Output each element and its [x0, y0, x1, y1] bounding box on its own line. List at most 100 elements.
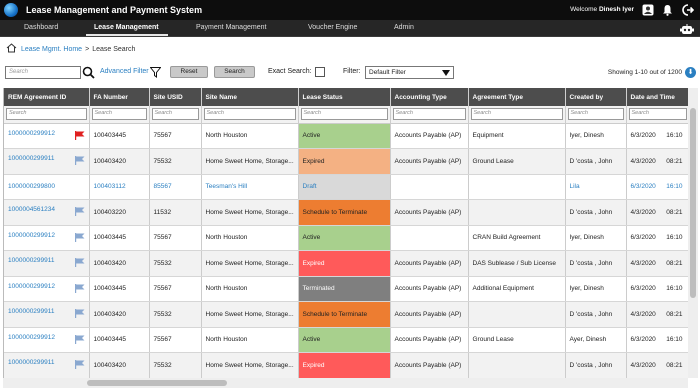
filter-funnel-icon[interactable]	[149, 67, 162, 80]
filter-site-usid[interactable]: Search	[151, 108, 199, 121]
table-row[interactable]: 1000004561234 100403220 11532 Home Sweet Ho…	[4, 199, 688, 226]
nav-admin[interactable]: Admin	[394, 24, 414, 31]
chatbot-icon[interactable]	[680, 24, 694, 37]
time-value: 16:10	[666, 183, 683, 191]
flag-icon[interactable]	[74, 207, 85, 218]
agreement-id-link[interactable]: 1000000299912	[8, 130, 55, 137]
col-accounting-type[interactable]: Accounting Type	[390, 88, 469, 106]
flag-icon[interactable]	[74, 156, 85, 167]
header-row: REM Agreement ID FA Number Site USID Sit…	[4, 88, 688, 106]
col-date-time[interactable]: Date and Time	[626, 88, 688, 106]
agreement-id-link[interactable]: 1000000299912	[8, 232, 55, 239]
breadcrumb-separator: >	[85, 45, 90, 53]
home-icon[interactable]	[6, 43, 17, 55]
time-value: 08:21	[666, 259, 683, 267]
cell-rem-agreement-id[interactable]: 1000000299911	[4, 148, 90, 175]
flag-icon[interactable]	[74, 232, 85, 244]
table-row[interactable]: 1000000299912 100403445 75567 North Houston…	[4, 225, 688, 251]
agreement-id-link[interactable]: 1000000299800	[8, 183, 55, 190]
advanced-filter-link[interactable]: Advanced Filter	[100, 68, 149, 75]
horizontal-scrollbar[interactable]	[3, 378, 688, 388]
status-badge: Active	[298, 225, 391, 251]
cell-rem-agreement-id[interactable]: 1000000299800	[4, 174, 90, 200]
results-count: Showing 1-10 out of 1200	[607, 69, 682, 76]
nav-dashboard[interactable]: Dashboard	[24, 24, 58, 31]
filter-fa-number[interactable]: Search	[91, 108, 147, 121]
flag-icon[interactable]	[74, 360, 85, 371]
search-input[interactable]: Search	[5, 66, 81, 79]
col-lease-status[interactable]: Lease Status	[298, 88, 391, 106]
reset-button[interactable]: Reset	[170, 66, 208, 78]
cell-date-time: 4/3/2020 08:21	[626, 148, 688, 175]
cell-rem-agreement-id[interactable]: 1000000299911	[4, 301, 90, 328]
cell-rem-agreement-id[interactable]: 1000004561234	[4, 199, 90, 226]
agreement-id-link[interactable]: 1000000299911	[8, 308, 55, 315]
filter-rem-agreement-id[interactable]: Search	[6, 108, 87, 121]
nav-voucher-engine[interactable]: Voucher Engine	[308, 24, 357, 31]
col-agreement-type[interactable]: Agreement Type	[468, 88, 566, 106]
breadcrumb-home-link[interactable]: Lease Mgmt. Home	[21, 46, 82, 53]
col-site-usid[interactable]: Site USID	[149, 88, 202, 106]
vertical-scrollbar[interactable]	[688, 88, 698, 378]
table-row[interactable]: 1000000299911 100403420 75532 Home Sweet Ho…	[4, 352, 688, 378]
cell-fa-number: 100403445	[89, 276, 150, 302]
caret-down-icon	[442, 70, 450, 76]
flag-icon[interactable]	[74, 258, 85, 269]
exact-search-checkbox[interactable]	[315, 67, 325, 77]
table-row[interactable]: 1000000299911 100403420 75532 Home Sweet Ho…	[4, 250, 688, 277]
table-row[interactable]: 1000000299911 100403420 75532 Home Sweet Ho…	[4, 148, 688, 175]
search-button[interactable]: Search	[214, 66, 255, 78]
cell-rem-agreement-id[interactable]: 1000000299911	[4, 250, 90, 277]
table-row[interactable]: 1000000299800 100403112 85567 Teesman's Hil…	[4, 174, 688, 200]
cell-rem-agreement-id[interactable]: 1000000299912	[4, 276, 90, 302]
horizontal-scroll-thumb[interactable]	[87, 380, 227, 386]
table-row[interactable]: 1000000299912 100403445 75567 North Houston…	[4, 123, 688, 149]
cell-created-by: D 'costa , John	[565, 148, 627, 175]
cell-created-by: D 'costa , John	[565, 301, 627, 328]
agreement-id-link[interactable]: 1000000299912	[8, 283, 55, 290]
vertical-scroll-thumb[interactable]	[690, 108, 696, 298]
breadcrumb-current: Lease Search	[92, 45, 136, 53]
agreement-id-link[interactable]: 1000004561234	[8, 206, 55, 213]
cell-rem-agreement-id[interactable]: 1000000299912	[4, 123, 90, 149]
col-site-name[interactable]: Site Name	[201, 88, 299, 106]
cell-rem-agreement-id[interactable]: 1000000299911	[4, 352, 90, 378]
nav-lease-management[interactable]: Lease Management	[94, 24, 159, 31]
filter-lease-status[interactable]: Search	[300, 108, 388, 121]
search-icon[interactable]	[82, 66, 95, 81]
agreement-id-link[interactable]: 1000000299911	[8, 359, 55, 366]
agreement-id-link[interactable]: 1000000299912	[8, 334, 55, 341]
cell-site-name: North Houston	[201, 327, 299, 353]
cell-created-by: D 'costa , John	[565, 352, 627, 378]
filter-accounting-type[interactable]: Search	[392, 108, 466, 121]
cell-rem-agreement-id[interactable]: 1000000299912	[4, 327, 90, 353]
filter-date-time[interactable]: Search	[628, 108, 687, 121]
col-created-by[interactable]: Created by	[565, 88, 627, 106]
cell-fa-number: 100403445	[89, 225, 150, 251]
date-value: 6/3/2020	[630, 285, 656, 293]
cell-rem-agreement-id[interactable]: 1000000299912	[4, 225, 90, 251]
download-icon[interactable]: ⬇	[685, 67, 696, 78]
flag-icon[interactable]	[74, 283, 85, 295]
logout-icon[interactable]	[681, 3, 694, 16]
welcome-text: Welcome Dinesh Iyer	[570, 6, 634, 13]
filter-site-name[interactable]: Search	[203, 108, 296, 121]
user-avatar-icon[interactable]	[641, 3, 654, 16]
table-row[interactable]: 1000000299912 100403445 75567 North Houston…	[4, 327, 688, 353]
bell-icon[interactable]	[661, 3, 674, 16]
col-rem-agreement-id[interactable]: REM Agreement ID	[4, 88, 90, 106]
filter-select[interactable]: Default Filter	[365, 66, 454, 79]
flag-icon[interactable]	[74, 309, 85, 320]
filter-created-by[interactable]: Search	[567, 108, 624, 121]
filter-agreement-type[interactable]: Search	[470, 108, 563, 121]
flag-icon[interactable]	[74, 130, 85, 142]
col-fa-number[interactable]: FA Number	[89, 88, 150, 106]
agreement-id-link[interactable]: 1000000299911	[8, 257, 55, 264]
status-badge: Draft	[298, 174, 391, 200]
table-row[interactable]: 1000000299911 100403420 75532 Home Sweet Ho…	[4, 301, 688, 328]
time-value: 08:21	[666, 208, 683, 216]
flag-icon[interactable]	[74, 334, 85, 346]
agreement-id-link[interactable]: 1000000299911	[8, 155, 55, 162]
table-row[interactable]: 1000000299912 100403445 75567 North Houston…	[4, 276, 688, 302]
nav-payment-management[interactable]: Payment Management	[196, 24, 266, 31]
